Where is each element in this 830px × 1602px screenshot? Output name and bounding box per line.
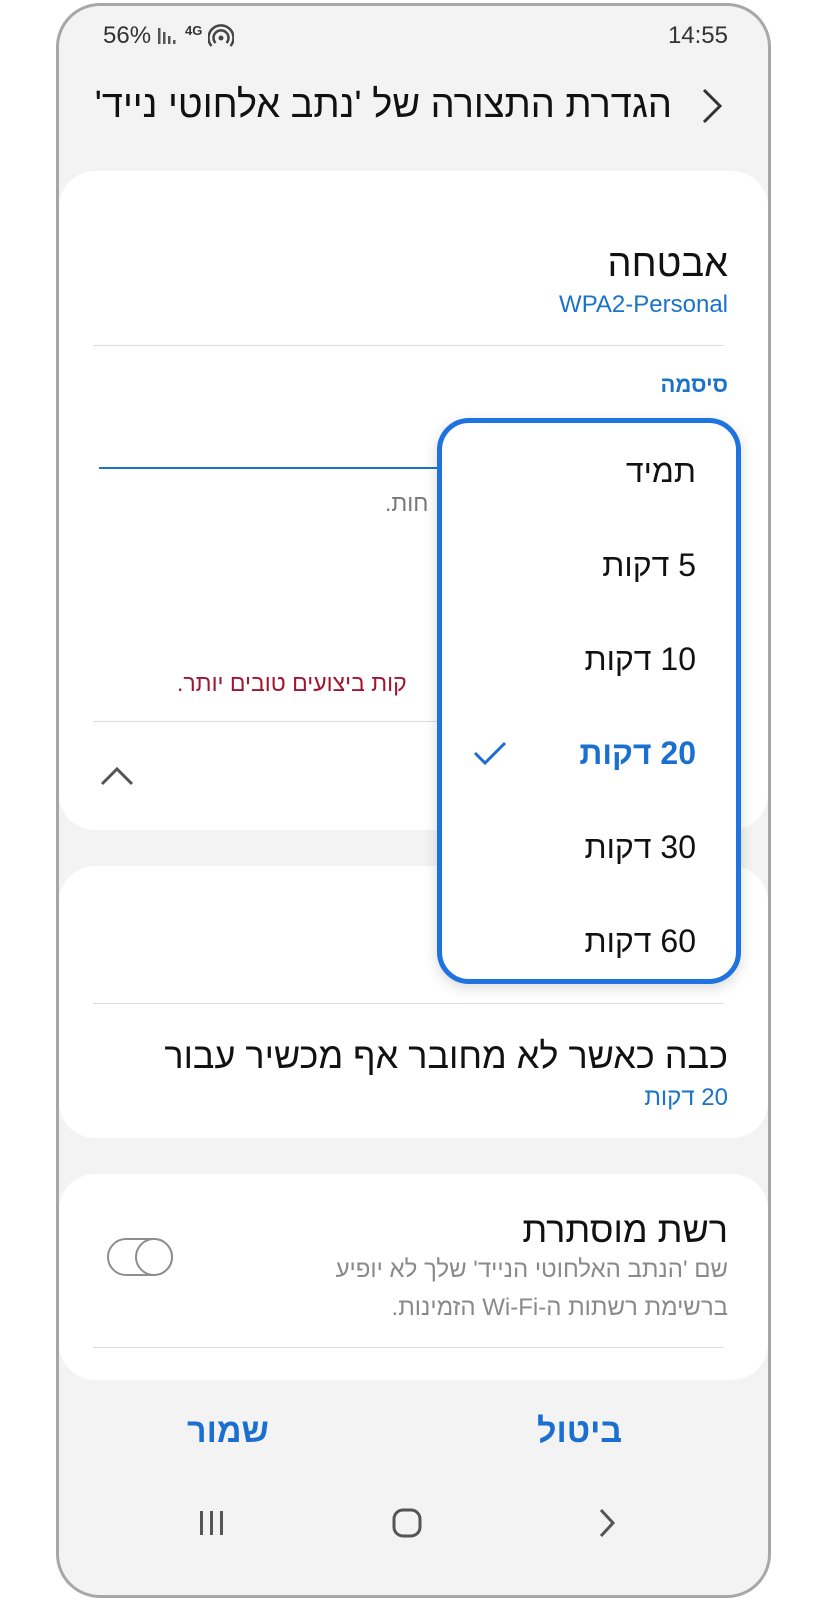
cancel-button[interactable]: ביטול [537,1412,622,1451]
hotspot-icon [208,24,235,47]
timeout-label[interactable]: כבה כאשר לא מחובר אף מכשיר עבור [164,1035,728,1077]
chevron-up-icon[interactable] [99,764,135,788]
password-hint: חות. [385,490,429,516]
hidden-network-label: רשת מוסתרת [522,1209,728,1250]
dropdown-option[interactable]: 60 דקות [584,923,696,960]
hidden-network-description-2: ברשימת רשתות ה-Wi-Fi הזמינות. [391,1294,728,1321]
network-type: 4G [185,22,203,38]
battery-percent: 56% [103,22,152,49]
back-icon[interactable] [595,1507,619,1539]
dropdown-option[interactable]: תמיד [626,453,696,490]
security-label: אבטחה [607,243,729,285]
dropdown-option[interactable]: 10 דקות [584,641,696,678]
password-warning: קות ביצועים טובים יותר. [177,670,407,696]
home-icon[interactable] [391,1507,423,1539]
hidden-network-description-1: שם 'הנתב האלחוטי הנייד' שלך לא יופיע [335,1256,728,1283]
divider [93,1003,724,1004]
phone-frame: 56% 4G 14:55 הגדרת התצורה של 'נתב אלחוטי… [56,3,771,1598]
timeout-value: 20 דקות [644,1084,728,1111]
security-value[interactable]: WPA2-Personal [559,291,728,319]
divider [93,721,437,722]
recent-apps-icon[interactable] [197,1508,227,1538]
hidden-network-toggle[interactable] [107,1238,173,1276]
signal-icon [158,28,176,44]
checkmark-icon [473,741,507,766]
divider [93,1347,724,1348]
toggle-knob [135,1238,173,1276]
status-bar-left: 56% 4G [103,22,235,50]
divider [93,345,724,346]
status-time: 14:55 [667,22,728,49]
timeout-dropdown: תמיד 5 דקות 10 דקות 20 דקות 30 דקות 60 ד… [437,418,741,984]
dropdown-option-selected[interactable]: 20 דקות [579,735,696,772]
save-button[interactable]: שמור [187,1412,269,1451]
page-title: הגדרת התצורה של 'נתב אלחוטי נייד' [94,84,672,126]
dropdown-option[interactable]: 5 דקות [602,547,696,584]
chevron-right-icon[interactable] [694,86,728,126]
dropdown-option[interactable]: 30 דקות [584,829,696,866]
password-input-underline[interactable] [99,467,439,469]
password-label: סיסמה [660,372,728,397]
